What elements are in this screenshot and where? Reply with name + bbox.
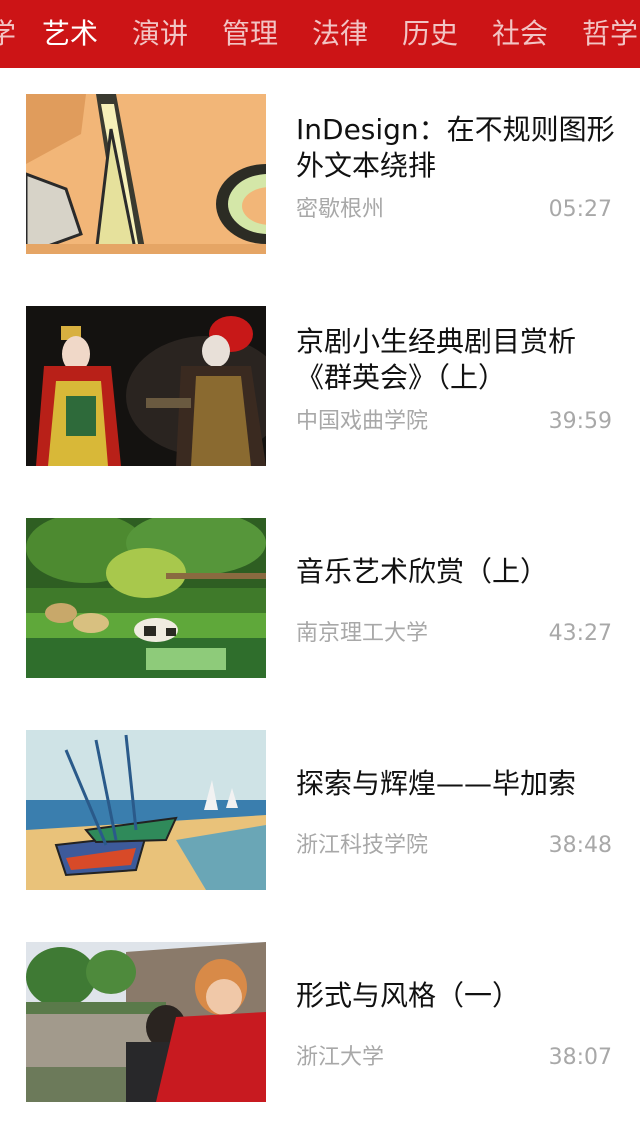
video-title: 音乐艺术欣赏（上） [296, 555, 549, 588]
video-source: 浙江科技学院 [296, 833, 429, 858]
video-source: 浙江大学 [296, 1045, 385, 1070]
video-duration: 43:27 [548, 621, 612, 646]
thumbnail-pasture-painting [26, 518, 266, 678]
video-item[interactable]: 京剧小生经典剧目赏析《群英会》（上） 中国戏曲学院 39:59 [0, 280, 640, 492]
video-item[interactable]: InDesign：在不规则图形外文本绕排 密歇根州 05:27 [0, 68, 640, 280]
tab-philosophy[interactable]: 哲学 [582, 14, 638, 54]
video-thumbnail[interactable] [26, 942, 266, 1102]
video-thumbnail[interactable] [26, 306, 266, 466]
category-tab-bar: 学 艺术 演讲 管理 法律 历史 社会 哲学 [0, 0, 640, 68]
tab-speech[interactable]: 演讲 [132, 14, 188, 54]
tab-history[interactable]: 历史 [402, 14, 458, 54]
tab-management[interactable]: 管理 [222, 14, 278, 54]
video-duration: 39:59 [548, 409, 612, 434]
thumbnail-boats-painting [26, 730, 266, 890]
video-source: 南京理工大学 [296, 621, 429, 646]
thumbnail-peking-opera [26, 306, 266, 466]
video-item[interactable]: 探索与辉煌——毕加索 浙江科技学院 38:48 [0, 704, 640, 916]
video-duration: 38:07 [548, 1045, 612, 1070]
video-duration: 05:27 [548, 197, 612, 222]
thumbnail-abstract-shapes [26, 94, 266, 254]
video-duration: 38:48 [548, 833, 612, 858]
video-source: 中国戏曲学院 [296, 409, 429, 434]
video-title: 探索与辉煌——毕加索 [296, 767, 577, 800]
tab-law[interactable]: 法律 [312, 14, 368, 54]
video-thumbnail[interactable] [26, 518, 266, 678]
video-item[interactable]: 形式与风格（一） 浙江大学 38:07 [0, 916, 640, 1128]
tab-art[interactable]: 艺术 [42, 14, 98, 54]
video-item[interactable]: 音乐艺术欣赏（上） 南京理工大学 43:27 [0, 492, 640, 704]
video-thumbnail[interactable] [26, 730, 266, 890]
thumbnail-child-and-wall [26, 942, 266, 1102]
video-thumbnail[interactable] [26, 94, 266, 254]
tab-society[interactable]: 社会 [492, 14, 548, 54]
video-title: 形式与风格（一） [296, 979, 521, 1012]
video-title: InDesign：在不规则图形外文本绕排 [296, 113, 615, 182]
video-source: 密歇根州 [296, 197, 385, 222]
video-title: 京剧小生经典剧目赏析《群英会》（上） [296, 325, 577, 394]
tab-partial[interactable]: 学 [0, 14, 16, 54]
